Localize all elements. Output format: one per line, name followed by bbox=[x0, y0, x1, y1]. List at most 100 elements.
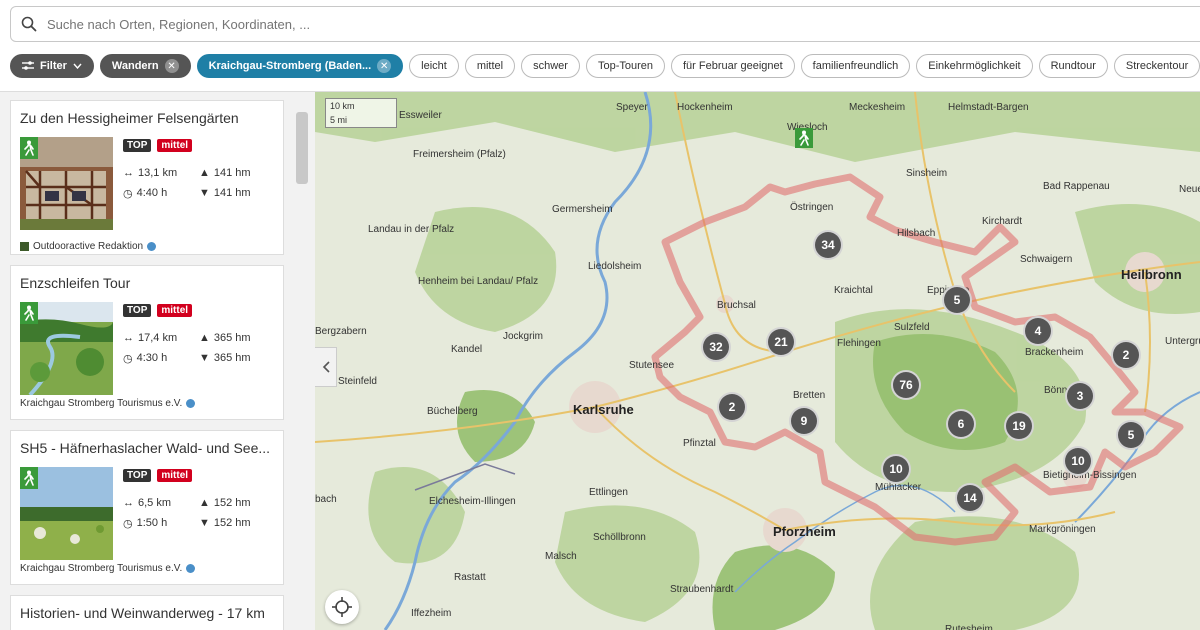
filter-option-chip[interactable]: leicht bbox=[409, 54, 459, 78]
filter-option-chip[interactable]: familienfreundlich bbox=[800, 54, 911, 78]
tour-ascent: 365 hm bbox=[213, 332, 251, 344]
tour-distance: 13,1 km bbox=[138, 167, 178, 179]
map-place-label: Germersheim bbox=[552, 204, 613, 215]
map-cluster-marker[interactable]: 2 bbox=[717, 392, 747, 422]
chevron-left-icon bbox=[322, 361, 330, 373]
map-place-label: Kirchardt bbox=[982, 216, 1023, 227]
map-place-label: Pfinztal bbox=[683, 438, 716, 449]
close-icon[interactable]: ✕ bbox=[164, 59, 179, 73]
tour-descent: 365 hm bbox=[213, 352, 251, 364]
map-cluster-marker[interactable]: 34 bbox=[813, 230, 843, 260]
crosshair-icon bbox=[332, 597, 352, 617]
scale-km: 10 km bbox=[330, 101, 355, 111]
tour-card[interactable]: Historien- und Weinwanderweg - 17 km bbox=[10, 595, 284, 630]
tour-thumbnail[interactable] bbox=[20, 467, 113, 560]
map-place-label: Bergzabern bbox=[315, 326, 367, 337]
map-scale: 10 km 5 mi bbox=[325, 98, 397, 128]
map-cluster-marker[interactable]: 32 bbox=[701, 332, 731, 362]
collapse-list-button[interactable] bbox=[315, 347, 337, 387]
map-cluster-marker[interactable]: 19 bbox=[1004, 411, 1034, 441]
map-cluster-marker[interactable]: 3 bbox=[1065, 381, 1095, 411]
tour-ascent: 141 hm bbox=[213, 167, 251, 179]
active-filter-chip[interactable]: Kraichgau-Stromberg (Baden... ✕ bbox=[196, 54, 404, 78]
search-input[interactable] bbox=[47, 16, 647, 32]
tour-stats: ↔ 17,4 km ▲ 365 hm ◷ 4:30 h ▼ 365 hm bbox=[123, 328, 275, 368]
tour-title[interactable]: SH5 - Häfnerhaslacher Wald- und See... bbox=[20, 440, 280, 456]
map-place-label: Schwaigern bbox=[1020, 254, 1073, 265]
filter-option-chip[interactable]: schwer bbox=[521, 54, 580, 78]
tour-title[interactable]: Historien- und Weinwanderweg - 17 km bbox=[20, 605, 280, 621]
filter-option-chip[interactable]: für Februar geeignet bbox=[671, 54, 795, 78]
map-place-label: Rutesheim bbox=[945, 624, 993, 630]
close-icon[interactable]: ✕ bbox=[377, 59, 392, 73]
scrollbar-thumb[interactable] bbox=[296, 112, 308, 184]
filter-button[interactable]: Filter bbox=[10, 54, 94, 78]
map-cluster-marker[interactable]: 10 bbox=[881, 454, 911, 484]
hiking-icon bbox=[20, 302, 38, 324]
tour-card[interactable]: Enzschleifen Tour TOP mittel ↔ 17,4 km ▲ 3… bbox=[10, 265, 284, 420]
filter-option-chip[interactable]: Einkehrmöglichkeit bbox=[916, 54, 1033, 78]
map-cluster-marker[interactable]: 2 bbox=[1111, 340, 1141, 370]
tour-author[interactable]: Kraichgau Stromberg Tourismus e.V. bbox=[20, 563, 196, 574]
map-place-label: Steinfeld bbox=[338, 376, 377, 387]
tour-duration: 4:30 h bbox=[136, 352, 168, 364]
map-cluster-marker[interactable]: 14 bbox=[955, 483, 985, 513]
map-place-label: Elchesheim-Illingen bbox=[429, 496, 516, 507]
ascent-icon: ▲ bbox=[199, 332, 210, 344]
map-place-label: Bad Rappenau bbox=[1043, 181, 1110, 192]
map-cluster-marker[interactable]: 5 bbox=[942, 285, 972, 315]
map-place-label: Sinsheim bbox=[906, 168, 948, 179]
map-view[interactable]: 10 km 5 mi Speyer Hockenheim Meckesheim Hel… bbox=[315, 92, 1200, 630]
hiking-icon bbox=[20, 137, 38, 159]
map-city-label: Karlsruhe bbox=[573, 402, 634, 417]
difficulty-badge: mittel bbox=[157, 469, 193, 482]
map-cluster-marker[interactable]: 4 bbox=[1023, 316, 1053, 346]
filter-option-chip[interactable]: Rundtour bbox=[1038, 54, 1108, 78]
top-badge: TOP bbox=[123, 304, 152, 317]
map-place-label: Markgröningen bbox=[1029, 524, 1096, 535]
map-cluster-marker[interactable]: 6 bbox=[946, 409, 976, 439]
tour-author[interactable]: Outdooractive Redaktion bbox=[20, 241, 157, 252]
tour-title[interactable]: Enzschleifen Tour bbox=[20, 275, 280, 291]
filter-label: Filter bbox=[40, 60, 67, 72]
map-place-label: Brackenheim bbox=[1025, 347, 1084, 358]
map-cluster-marker[interactable]: 10 bbox=[1063, 446, 1093, 476]
top-badge: TOP bbox=[123, 139, 152, 152]
distance-icon: ↔ bbox=[123, 167, 134, 179]
filter-option-chip[interactable]: Streckentour bbox=[1113, 54, 1200, 78]
tour-thumbnail[interactable] bbox=[20, 137, 113, 230]
tour-thumbnail[interactable] bbox=[20, 302, 113, 395]
tour-author[interactable]: Kraichgau Stromberg Tourismus e.V. bbox=[20, 398, 196, 409]
tour-title[interactable]: Zu den Hessigheimer Felsengärten bbox=[20, 110, 280, 126]
map-cluster-marker[interactable]: 5 bbox=[1116, 420, 1146, 450]
search-box[interactable] bbox=[10, 6, 1200, 42]
locate-me-button[interactable] bbox=[325, 590, 359, 624]
filter-option-chip[interactable]: mittel bbox=[464, 54, 516, 78]
map-place-label: Meckesheim bbox=[849, 102, 906, 113]
top-badge: TOP bbox=[123, 469, 152, 482]
map-place-label: Untergruppe bbox=[1165, 336, 1200, 347]
map-place-label: Flehingen bbox=[837, 338, 881, 349]
filter-option-chip[interactable]: Top-Touren bbox=[585, 54, 665, 78]
tour-card[interactable]: SH5 - Häfnerhaslacher Wald- und See... T… bbox=[10, 430, 284, 585]
map-place-label: Kraichtal bbox=[834, 285, 873, 296]
active-filter-chip[interactable]: Wandern ✕ bbox=[99, 54, 191, 78]
map-cluster-marker[interactable]: 76 bbox=[891, 370, 921, 400]
map-place-label: Jockgrim bbox=[503, 331, 544, 342]
clock-icon: ◷ bbox=[123, 352, 133, 365]
ascent-icon: ▲ bbox=[199, 167, 210, 179]
map-place-label: Bretten bbox=[793, 390, 826, 401]
map-cluster-marker[interactable]: 21 bbox=[766, 327, 796, 357]
descent-icon: ▼ bbox=[199, 352, 210, 364]
distance-icon: ↔ bbox=[123, 497, 134, 509]
tour-duration: 1:50 h bbox=[136, 517, 168, 529]
tour-list[interactable]: Zu den Hessigheimer Felsengärten TOP mit bbox=[0, 92, 315, 630]
map-place-label: Straubenhardt bbox=[670, 584, 734, 595]
sliders-icon bbox=[22, 61, 34, 70]
hiking-marker-icon[interactable] bbox=[795, 128, 813, 148]
map-place-label: Henheim bei Landau/ Pfalz bbox=[418, 276, 539, 287]
tour-stats: ↔ 6,5 km ▲ 152 hm ◷ 1:50 h ▼ 152 hm bbox=[123, 493, 275, 533]
active-filter-label: Wandern bbox=[111, 60, 159, 72]
tour-card[interactable]: Zu den Hessigheimer Felsengärten TOP mit bbox=[10, 100, 284, 255]
map-cluster-marker[interactable]: 9 bbox=[789, 406, 819, 436]
